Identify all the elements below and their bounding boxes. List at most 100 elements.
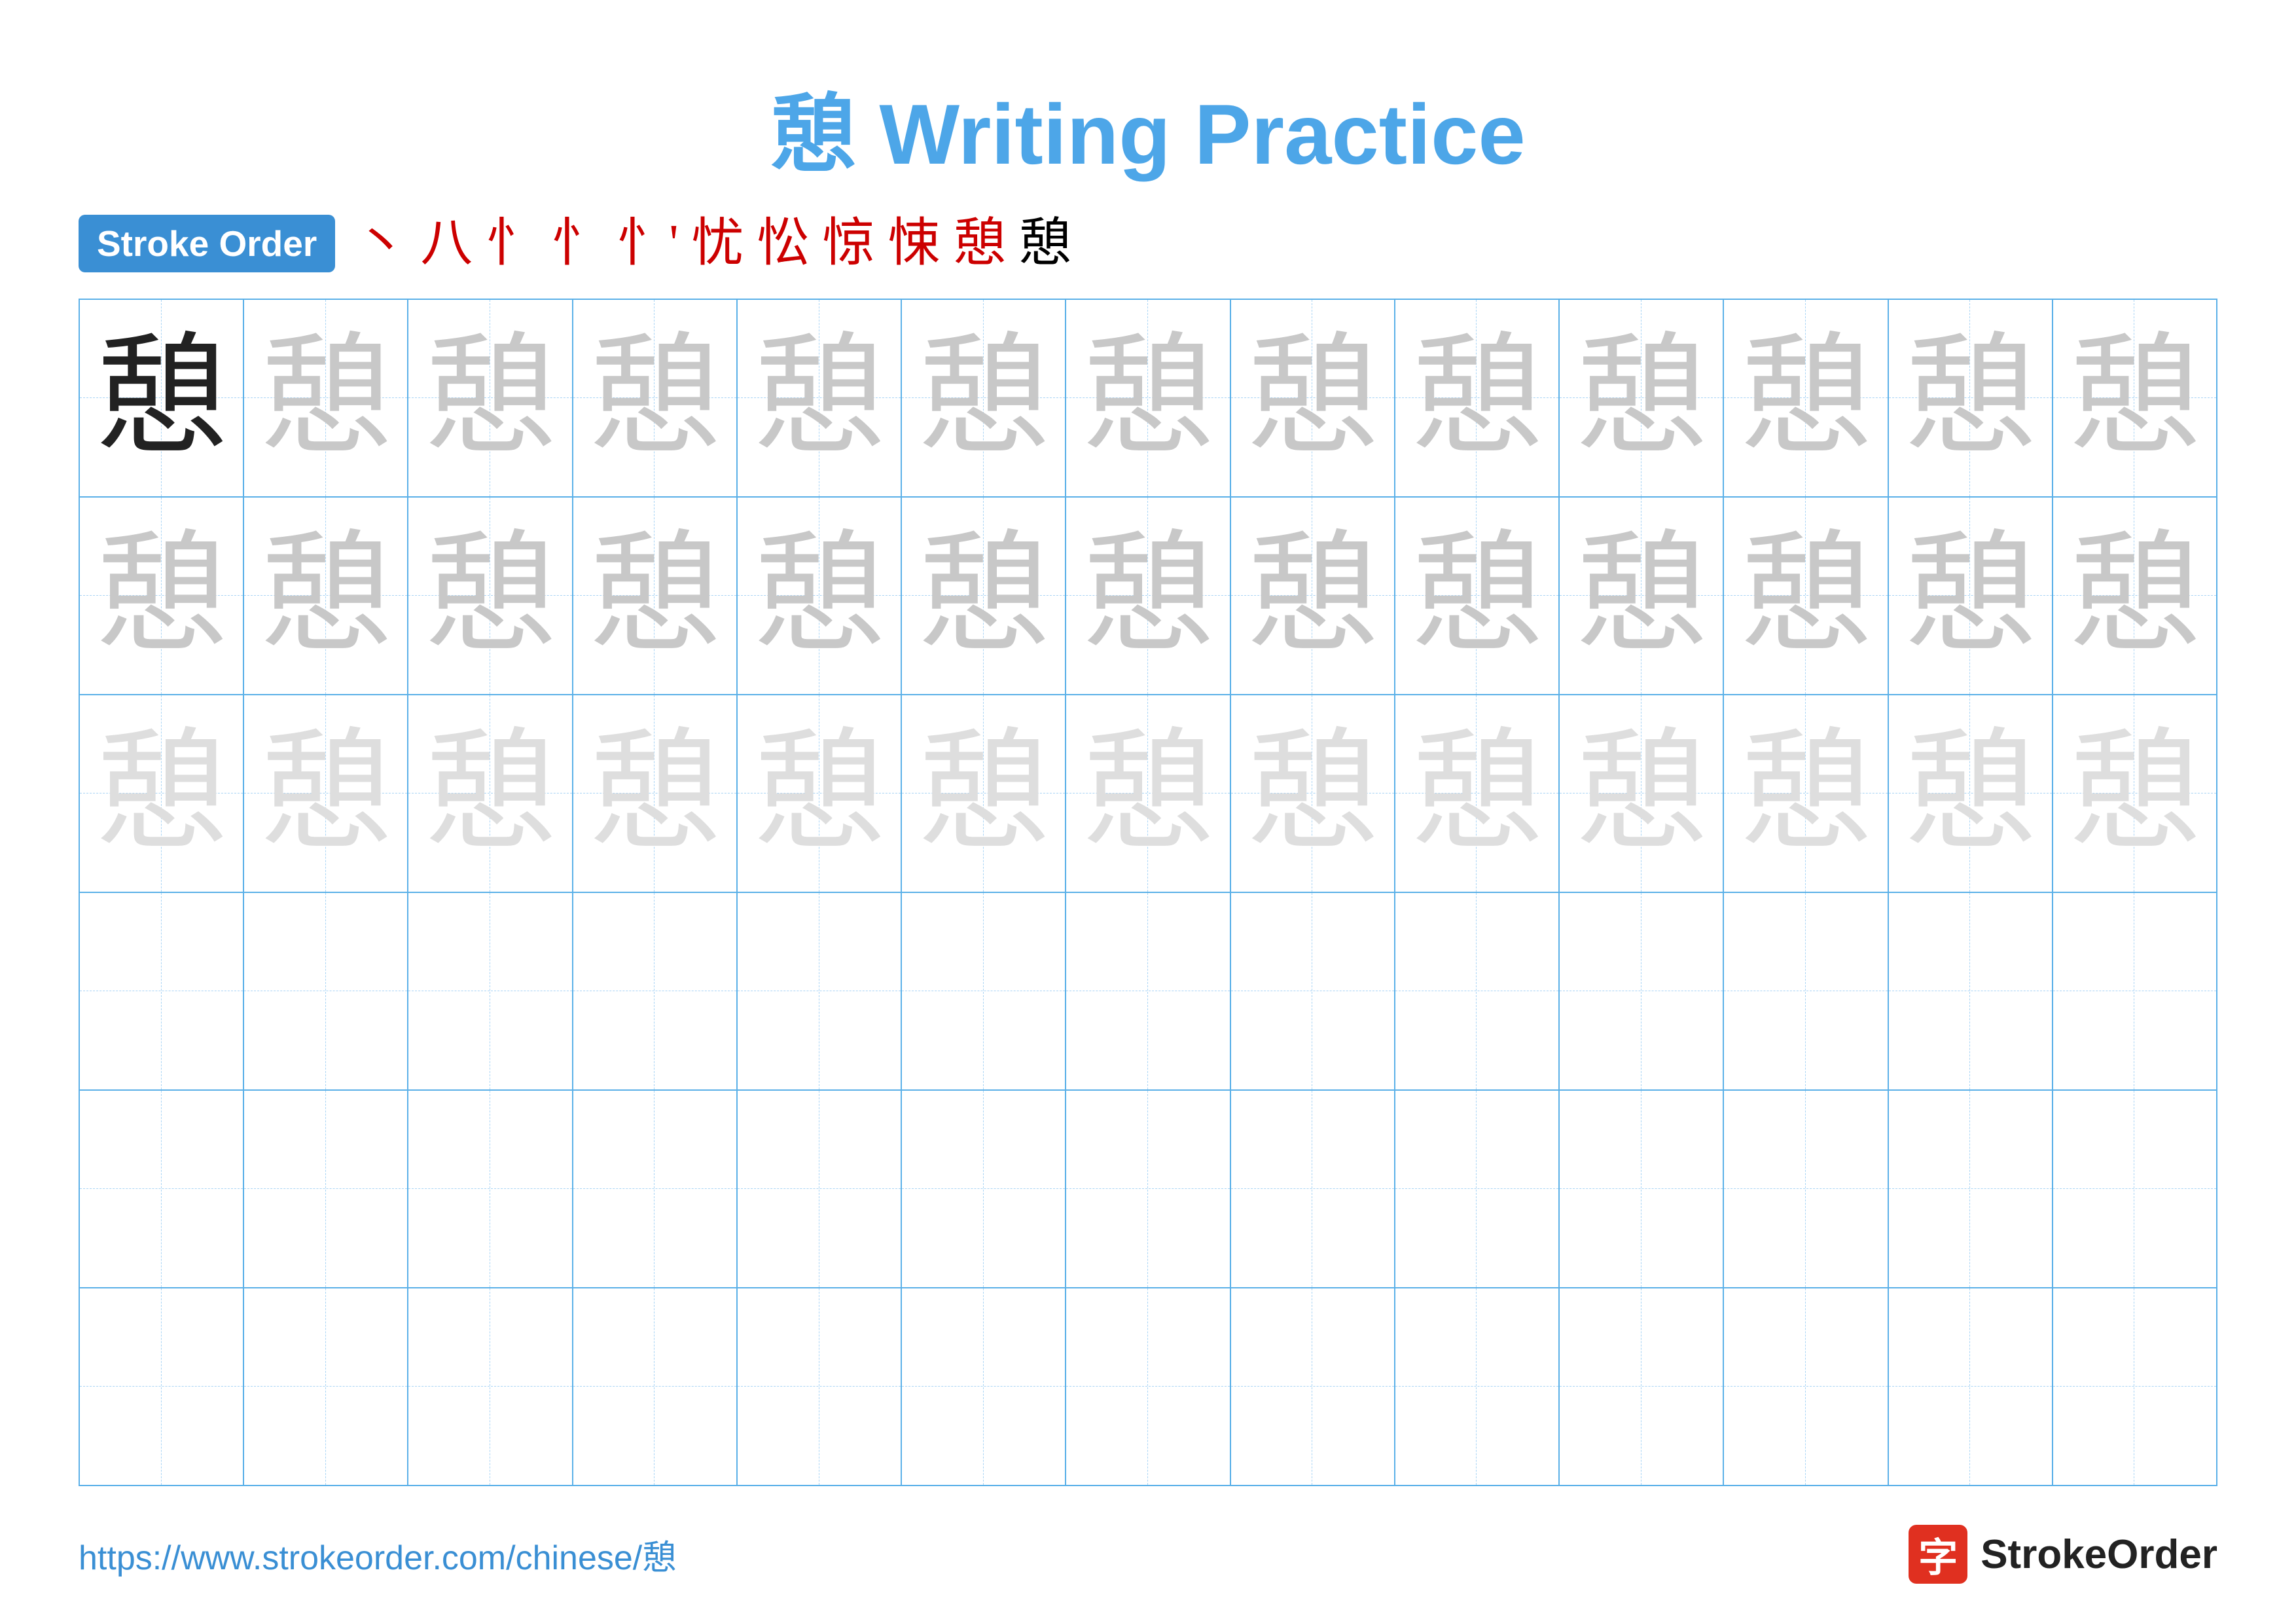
char-medium: 憩 xyxy=(1247,530,1378,661)
grid-cell-6-5[interactable] xyxy=(738,1288,902,1485)
grid-cell-3-11[interactable]: 憩 xyxy=(1724,695,1888,892)
grid-cell-6-9[interactable] xyxy=(1395,1288,1560,1485)
grid-cell-2-2[interactable]: 憩 xyxy=(244,498,408,694)
stroke-step-5: 忄' xyxy=(617,217,678,270)
grid-cell-4-1[interactable] xyxy=(80,893,244,1089)
grid-cell-4-3[interactable] xyxy=(408,893,573,1089)
char-medium: 憩 xyxy=(425,530,556,661)
grid-cell-5-6[interactable] xyxy=(902,1091,1066,1287)
grid-cell-6-2[interactable] xyxy=(244,1288,408,1485)
grid-cell-5-12[interactable] xyxy=(1889,1091,2053,1287)
grid-cell-5-1[interactable] xyxy=(80,1091,244,1287)
grid-cell-1-3[interactable]: 憩 xyxy=(408,300,573,496)
grid-cell-2-5[interactable]: 憩 xyxy=(738,498,902,694)
grid-cell-1-1[interactable]: 憩 xyxy=(80,300,244,496)
grid-cell-6-1[interactable] xyxy=(80,1288,244,1485)
grid-cell-1-9[interactable]: 憩 xyxy=(1395,300,1560,496)
grid-cell-4-4[interactable] xyxy=(573,893,738,1089)
grid-cell-6-6[interactable] xyxy=(902,1288,1066,1485)
grid-cell-5-3[interactable] xyxy=(408,1091,573,1287)
grid-cell-6-3[interactable] xyxy=(408,1288,573,1485)
grid-cell-3-10[interactable]: 憩 xyxy=(1560,695,1724,892)
grid-cell-6-11[interactable] xyxy=(1724,1288,1888,1485)
grid-cell-3-6[interactable]: 憩 xyxy=(902,695,1066,892)
grid-cell-6-8[interactable] xyxy=(1231,1288,1395,1485)
grid-cell-5-5[interactable] xyxy=(738,1091,902,1287)
char-medium: 憩 xyxy=(2069,333,2200,464)
grid-cell-1-12[interactable]: 憩 xyxy=(1889,300,2053,496)
grid-cell-3-12[interactable]: 憩 xyxy=(1889,695,2053,892)
grid-cell-4-2[interactable] xyxy=(244,893,408,1089)
grid-cell-5-2[interactable] xyxy=(244,1091,408,1287)
grid-cell-2-3[interactable]: 憩 xyxy=(408,498,573,694)
footer-logo: 字 StrokeOrder xyxy=(1909,1525,2217,1584)
char-light: 憩 xyxy=(1411,728,1542,859)
grid-cell-5-10[interactable] xyxy=(1560,1091,1724,1287)
grid-cell-3-3[interactable]: 憩 xyxy=(408,695,573,892)
grid-cell-5-8[interactable] xyxy=(1231,1091,1395,1287)
grid-cell-3-4[interactable]: 憩 xyxy=(573,695,738,892)
grid-cell-2-8[interactable]: 憩 xyxy=(1231,498,1395,694)
grid-cell-6-7[interactable] xyxy=(1066,1288,1230,1485)
char-light: 憩 xyxy=(918,728,1049,859)
footer-url[interactable]: https://www.strokeorder.com/chinese/憩 xyxy=(79,1530,676,1579)
grid-cell-4-5[interactable] xyxy=(738,893,902,1089)
grid-cell-5-4[interactable] xyxy=(573,1091,738,1287)
grid-cell-3-5[interactable]: 憩 xyxy=(738,695,902,892)
grid-cell-3-2[interactable]: 憩 xyxy=(244,695,408,892)
grid-cell-6-4[interactable] xyxy=(573,1288,738,1485)
grid-cell-6-13[interactable] xyxy=(2053,1288,2216,1485)
grid-cell-1-2[interactable]: 憩 xyxy=(244,300,408,496)
grid-cell-5-9[interactable] xyxy=(1395,1091,1560,1287)
grid-cell-5-13[interactable] xyxy=(2053,1091,2216,1287)
grid-cell-5-7[interactable] xyxy=(1066,1091,1230,1287)
grid-cell-2-6[interactable]: 憩 xyxy=(902,498,1066,694)
grid-cell-4-12[interactable] xyxy=(1889,893,2053,1089)
stroke-order-row: Stroke Order 丶 八 忄 忄 忄' 忧 忪 惊 悚 憩 憩 xyxy=(0,215,2296,272)
grid-cell-3-13[interactable]: 憩 xyxy=(2053,695,2216,892)
char-light: 憩 xyxy=(425,728,556,859)
grid-cell-3-8[interactable]: 憩 xyxy=(1231,695,1395,892)
grid-cell-2-12[interactable]: 憩 xyxy=(1889,498,2053,694)
grid-cell-6-12[interactable] xyxy=(1889,1288,2053,1485)
grid-row-3: 憩 憩 憩 憩 憩 憩 憩 憩 憩 憩 憩 憩 憩 xyxy=(80,695,2216,893)
grid-cell-1-8[interactable]: 憩 xyxy=(1231,300,1395,496)
stroke-sequence: 丶 八 忄 忄 忄' 忧 忪 惊 悚 憩 憩 xyxy=(355,217,1071,270)
grid-cell-3-9[interactable]: 憩 xyxy=(1395,695,1560,892)
char-medium: 憩 xyxy=(1083,530,1213,661)
grid-cell-3-7[interactable]: 憩 xyxy=(1066,695,1230,892)
grid-cell-4-6[interactable] xyxy=(902,893,1066,1089)
grid-cell-4-7[interactable] xyxy=(1066,893,1230,1089)
char-medium: 憩 xyxy=(754,530,885,661)
grid-cell-4-9[interactable] xyxy=(1395,893,1560,1089)
page-title: 憩 Writing Practice xyxy=(0,0,2296,215)
grid-cell-1-5[interactable]: 憩 xyxy=(738,300,902,496)
grid-cell-4-13[interactable] xyxy=(2053,893,2216,1089)
grid-cell-4-10[interactable] xyxy=(1560,893,1724,1089)
stroke-step-9: 悚 xyxy=(888,217,941,270)
char-medium: 憩 xyxy=(1247,333,1378,464)
grid-cell-1-13[interactable]: 憩 xyxy=(2053,300,2216,496)
stroke-step-7: 忪 xyxy=(757,217,810,270)
grid-cell-2-7[interactable]: 憩 xyxy=(1066,498,1230,694)
grid-cell-1-4[interactable]: 憩 xyxy=(573,300,738,496)
grid-cell-1-6[interactable]: 憩 xyxy=(902,300,1066,496)
grid-cell-6-10[interactable] xyxy=(1560,1288,1724,1485)
grid-cell-5-11[interactable] xyxy=(1724,1091,1888,1287)
grid-cell-4-11[interactable] xyxy=(1724,893,1888,1089)
grid-cell-2-11[interactable]: 憩 xyxy=(1724,498,1888,694)
char-light: 憩 xyxy=(1083,728,1213,859)
char-light: 憩 xyxy=(96,728,227,859)
grid-cell-2-9[interactable]: 憩 xyxy=(1395,498,1560,694)
grid-cell-3-1[interactable]: 憩 xyxy=(80,695,244,892)
grid-cell-2-1[interactable]: 憩 xyxy=(80,498,244,694)
grid-cell-2-10[interactable]: 憩 xyxy=(1560,498,1724,694)
grid-cell-4-8[interactable] xyxy=(1231,893,1395,1089)
char-light: 憩 xyxy=(2069,728,2200,859)
grid-cell-1-10[interactable]: 憩 xyxy=(1560,300,1724,496)
grid-cell-1-11[interactable]: 憩 xyxy=(1724,300,1888,496)
grid-cell-2-4[interactable]: 憩 xyxy=(573,498,738,694)
grid-cell-1-7[interactable]: 憩 xyxy=(1066,300,1230,496)
stroke-step-8: 惊 xyxy=(823,217,875,270)
grid-cell-2-13[interactable]: 憩 xyxy=(2053,498,2216,694)
